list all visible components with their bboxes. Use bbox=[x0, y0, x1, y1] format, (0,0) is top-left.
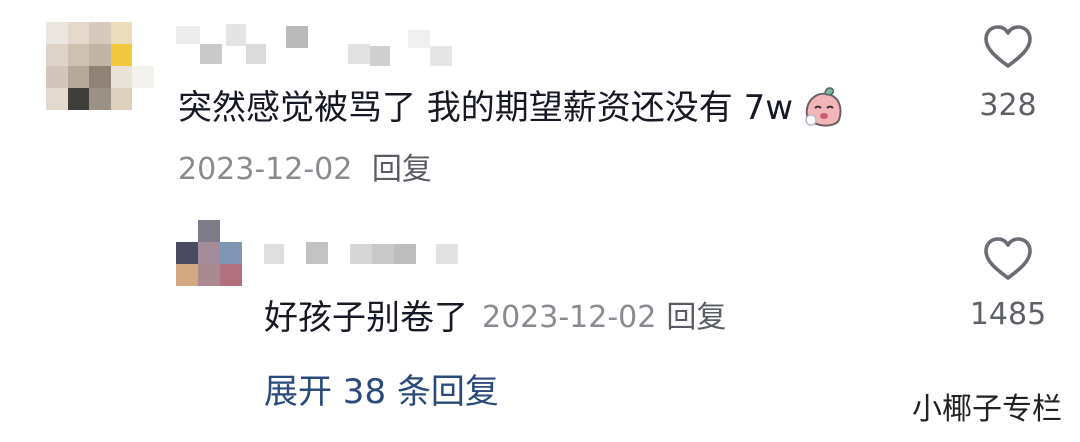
expand-replies-button[interactable]: 展开 38 条回复 bbox=[264, 370, 499, 414]
reply-text: 好孩子别卷了 bbox=[264, 298, 468, 338]
comment-date: 2023-12-02 bbox=[178, 152, 353, 187]
avatar[interactable] bbox=[46, 22, 154, 110]
crying-face-emoji bbox=[799, 86, 847, 130]
reply-avatar[interactable] bbox=[176, 220, 242, 286]
comment-text: 突然感觉被骂了 我的期望薪资还没有 7w bbox=[178, 88, 794, 128]
reply-button[interactable]: 回复 bbox=[666, 298, 726, 338]
heart-outline-icon[interactable] bbox=[982, 236, 1034, 282]
reply-username-obscured[interactable] bbox=[264, 240, 458, 266]
username-obscured[interactable] bbox=[176, 22, 452, 66]
reply-date: 2023-12-02 bbox=[482, 300, 657, 335]
reply-button[interactable]: 回复 bbox=[372, 152, 432, 187]
reply-like-count: 1485 bbox=[969, 297, 1047, 332]
heart-outline-icon[interactable] bbox=[982, 24, 1034, 70]
watermark: 小椰子专栏 bbox=[912, 392, 1062, 427]
like-count: 328 bbox=[979, 88, 1037, 123]
